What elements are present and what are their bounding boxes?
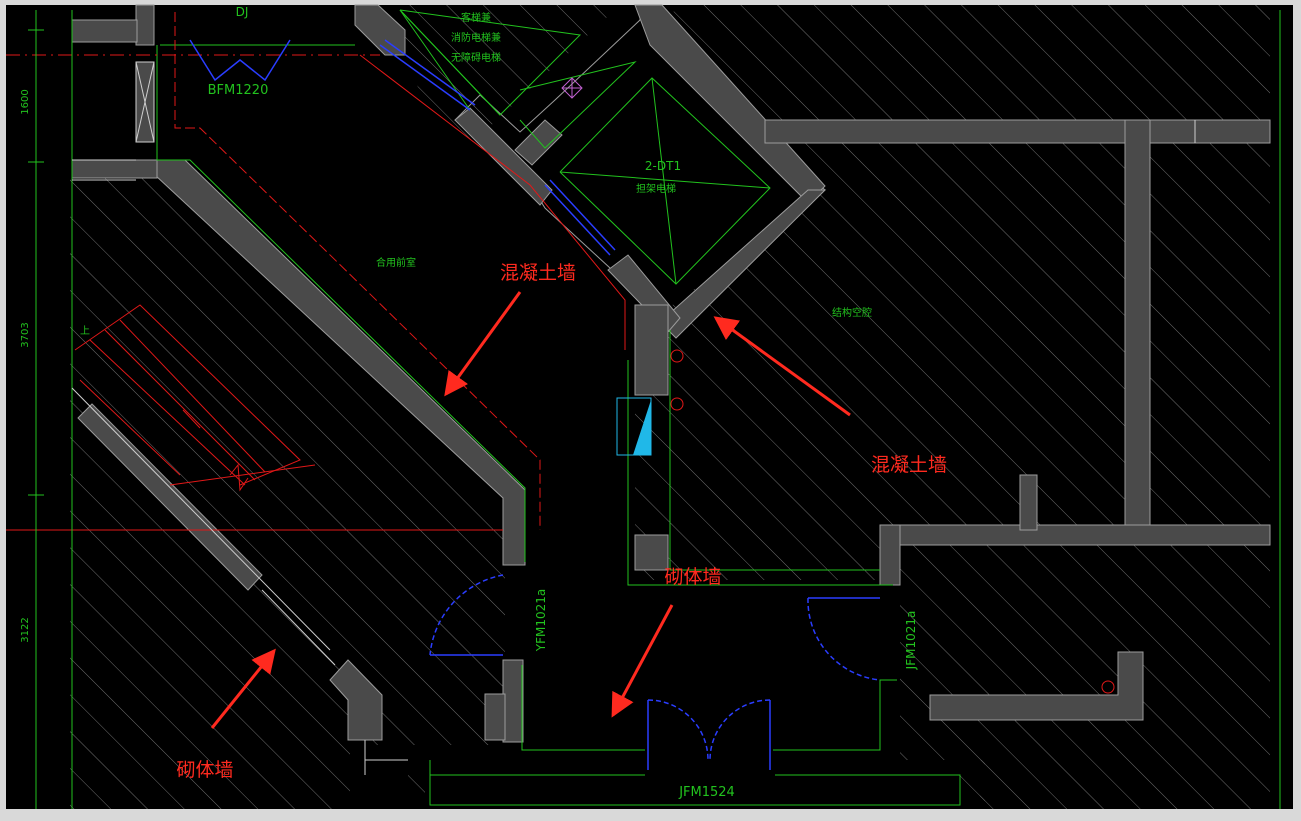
label-bfm1220: BFM1220 [208,83,269,98]
label-elevator-top-3: 无障碍电梯 [451,51,501,64]
label-dj: DJ [236,5,249,19]
annotation-concrete-wall-2: 混凝土墙 [871,454,947,476]
dimension-3122: 3122 [20,617,31,642]
label-jfm1021: JFM1021a [904,611,918,671]
label-up: 上 [80,325,90,337]
label-elevator-top-2: 消防电梯兼 [451,31,501,44]
label-yfm1021: YFM1021a [534,589,548,652]
label-shared-lobby: 合用前室 [376,256,416,269]
dimension-1600: 1600 [20,89,31,114]
annotation-masonry-wall-1: 砌体墙 [664,566,721,588]
label-elevator-top-1: 客梯兼 [461,11,491,24]
cad-floor-plan: DJ BFM1220 客梯兼 消防电梯兼 无障碍电梯 2-DT1 担架电梯 合用… [0,0,1301,821]
annotation-concrete-wall-1: 混凝土墙 [500,262,576,284]
dimension-3703: 3703 [20,322,31,347]
label-dt1: 2-DT1 [645,159,681,173]
label-dt1-sub: 担架电梯 [636,182,676,195]
label-structural-void: 结构空腔 [832,306,872,319]
annotation-masonry-wall-2: 砌体墙 [176,759,233,781]
label-jfm1524: JFM1524 [678,785,735,800]
